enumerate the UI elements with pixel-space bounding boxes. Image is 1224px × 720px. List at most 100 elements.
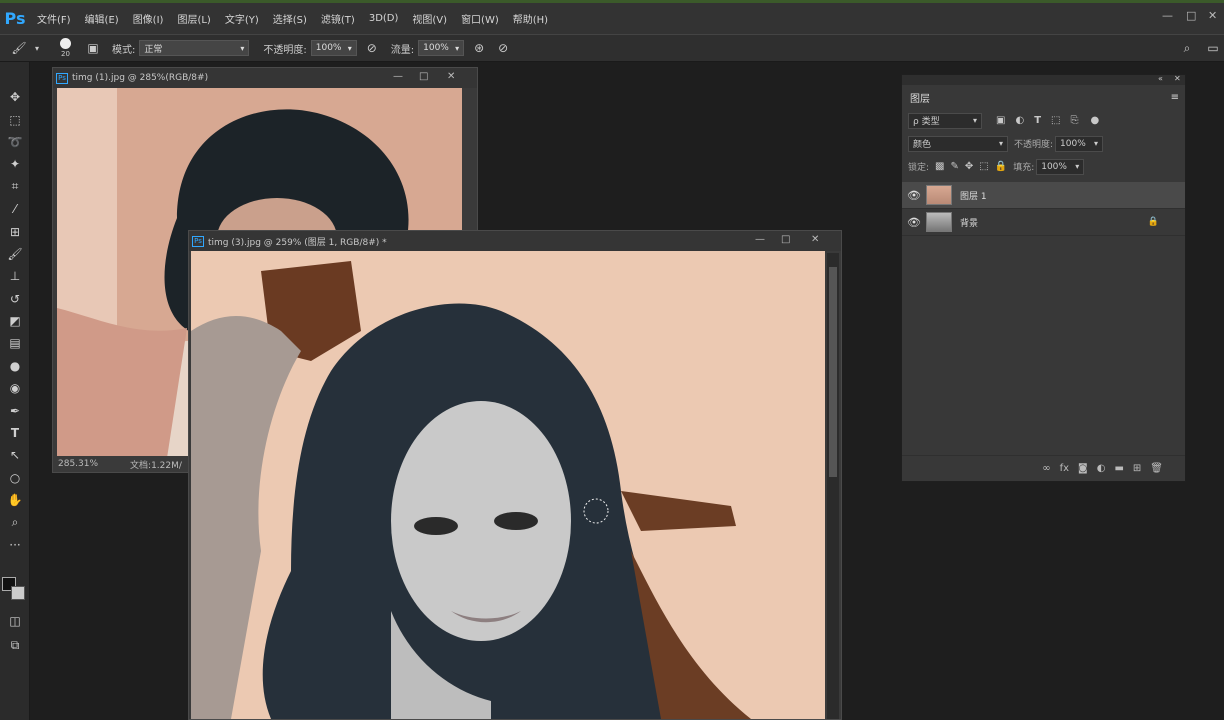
chevron-down-icon[interactable]: ▾: [28, 39, 46, 57]
brush-panel-icon[interactable]: ▣: [84, 39, 102, 57]
minimize-icon[interactable]: —: [755, 234, 765, 245]
layer-name: 背景: [960, 218, 979, 229]
mode-select[interactable]: 正常 ▾: [139, 40, 250, 56]
lock-transparent-icon[interactable]: ▩: [935, 161, 944, 172]
eraser-icon[interactable]: ◩: [0, 310, 30, 332]
adjustment-filter-icon[interactable]: ◐: [1015, 115, 1024, 126]
menu-filter[interactable]: 滤镜(T): [314, 11, 362, 26]
more-tools-icon[interactable]: ···: [0, 534, 30, 556]
smart-object-filter-icon[interactable]: ⎘: [1070, 115, 1078, 126]
search-icon[interactable]: ⌕: [1178, 39, 1196, 57]
fill-input[interactable]: 100% ▾: [1036, 158, 1085, 175]
type-tool-icon[interactable]: T: [0, 422, 30, 444]
pixel-filter-icon[interactable]: ▣: [996, 115, 1005, 126]
close-icon[interactable]: ✕: [1208, 9, 1217, 22]
crop-tool-icon[interactable]: ⌗: [0, 176, 30, 198]
lock-position-icon[interactable]: ✥: [965, 161, 973, 172]
maximize-icon[interactable]: □: [1186, 9, 1196, 22]
workspace-icon[interactable]: ▭: [1204, 39, 1222, 57]
menu-view[interactable]: 视图(V): [405, 11, 454, 26]
blur-tool-icon[interactable]: ●: [0, 355, 30, 377]
lock-pixels-icon[interactable]: ✎: [951, 161, 959, 172]
marquee-tool-icon[interactable]: ⬚: [0, 108, 30, 130]
menu-3d[interactable]: 3D(D): [362, 13, 406, 24]
history-brush-icon[interactable]: ↺: [0, 288, 30, 310]
document-window-2[interactable]: Ps timg (3).jpg @ 259% (图层 1, RGB/8#) * …: [188, 230, 842, 720]
dodge-tool-icon[interactable]: ◉: [0, 377, 30, 399]
quick-mask-icon[interactable]: ◫: [0, 610, 30, 632]
visibility-eye-icon[interactable]: 👁: [902, 216, 926, 229]
lock-artboard-icon[interactable]: ⬚: [979, 161, 988, 172]
airbrush-icon[interactable]: ⊛: [470, 39, 488, 57]
menu-layer[interactable]: 图层(L): [170, 11, 217, 26]
layers-panel: « ✕ 图层 ≡ ρ 类型 ▾ ▣ ◐ T ⬚ ⎘ ● 颜色 ▾ 不透明度: 1…: [901, 74, 1186, 482]
panel-menu-icon[interactable]: ≡: [1171, 92, 1179, 103]
eyedropper-icon[interactable]: ⁄: [0, 198, 30, 220]
blend-mode-select[interactable]: 颜色 ▾: [908, 135, 1008, 152]
move-tool-icon[interactable]: ✥: [0, 86, 30, 108]
chevron-down-icon: ▾: [1075, 162, 1080, 171]
flow-value: 100%: [423, 43, 449, 53]
minimize-icon[interactable]: —: [393, 71, 403, 82]
magic-wand-icon[interactable]: ✦: [0, 153, 30, 175]
clone-stamp-icon[interactable]: ⊥: [0, 265, 30, 287]
background-color[interactable]: [11, 586, 25, 600]
opacity-input[interactable]: 100% ▾: [310, 40, 357, 56]
layers-footer: ∞ fx ◙ ◐ ▬ ⊞ 🗑: [902, 455, 1185, 481]
link-layers-icon[interactable]: ∞: [1042, 463, 1050, 474]
collapse-icon[interactable]: «: [1158, 74, 1163, 83]
close-icon[interactable]: ✕: [811, 234, 819, 245]
lock-all-icon[interactable]: 🔒: [995, 161, 1007, 172]
lasso-tool-icon[interactable]: ➰: [0, 131, 30, 153]
menu-type[interactable]: 文字(Y): [218, 11, 266, 26]
maximize-icon[interactable]: □: [419, 71, 428, 82]
adjustment-layer-icon[interactable]: ◐: [1097, 463, 1106, 474]
hand-tool-icon[interactable]: ✋: [0, 489, 30, 511]
scrollbar-thumb[interactable]: [829, 267, 837, 477]
visibility-eye-icon[interactable]: 👁: [902, 189, 926, 202]
pressure-size-icon[interactable]: ⊘: [494, 39, 512, 57]
document-titlebar[interactable]: Ps timg (3).jpg @ 259% (图层 1, RGB/8#) *: [189, 231, 841, 251]
type-filter-icon[interactable]: T: [1034, 115, 1041, 126]
layer-filter-row: ρ 类型 ▾ ▣ ◐ T ⬚ ⎘ ●: [902, 109, 1185, 132]
filter-toggle-icon[interactable]: ●: [1090, 115, 1099, 126]
add-mask-icon[interactable]: ◙: [1078, 463, 1088, 474]
minimize-icon[interactable]: —: [1162, 9, 1173, 22]
zoom-tool-icon[interactable]: ⌕: [0, 511, 30, 533]
pen-tool-icon[interactable]: ✒: [0, 399, 30, 421]
tab-layers[interactable]: 图层 ≡: [902, 85, 1185, 109]
gradient-tool-icon[interactable]: ▤: [0, 332, 30, 354]
pressure-opacity-icon[interactable]: ⊘: [363, 39, 381, 57]
shape-filter-icon[interactable]: ⬚: [1051, 115, 1060, 126]
menu-edit[interactable]: 编辑(E): [78, 11, 126, 26]
close-icon[interactable]: ✕: [1174, 74, 1181, 83]
document-titlebar[interactable]: Ps timg (1).jpg @ 285%(RGB/8#): [53, 68, 477, 88]
filter-kind-select[interactable]: ρ 类型 ▾: [908, 112, 982, 129]
healing-brush-icon[interactable]: ⊞: [0, 220, 30, 242]
flow-input[interactable]: 100% ▾: [418, 40, 465, 56]
close-icon[interactable]: ✕: [447, 71, 455, 82]
new-group-icon[interactable]: ▬: [1114, 463, 1123, 474]
layer-row[interactable]: 👁 图层 1: [902, 182, 1185, 209]
brush-tool-icon[interactable]: 🖌: [10, 39, 28, 57]
menu-window[interactable]: 窗口(W): [454, 11, 506, 26]
menu-image[interactable]: 图像(I): [126, 11, 171, 26]
menu-help[interactable]: 帮助(H): [506, 11, 555, 26]
vertical-scrollbar[interactable]: [827, 253, 839, 719]
new-layer-icon[interactable]: ⊞: [1133, 463, 1141, 474]
menu-select[interactable]: 选择(S): [266, 11, 314, 26]
layer-row[interactable]: 👁 背景 🔒: [902, 209, 1185, 236]
menu-file[interactable]: 文件(F): [30, 11, 78, 26]
maximize-icon[interactable]: □: [781, 234, 790, 245]
path-select-icon[interactable]: ↖: [0, 444, 30, 466]
opacity-label: 不透明度:: [263, 44, 307, 56]
chevron-down-icon: ▾: [240, 43, 245, 53]
document-canvas[interactable]: [191, 251, 825, 719]
brush-tool-icon[interactable]: 🖌: [0, 243, 30, 265]
screen-mode-icon[interactable]: ⧉: [0, 634, 30, 656]
delete-layer-icon[interactable]: 🗑: [1150, 463, 1163, 474]
shape-tool-icon[interactable]: ○: [0, 467, 30, 489]
brush-preset-picker[interactable]: 20: [54, 35, 84, 61]
layer-opacity-input[interactable]: 100% ▾: [1055, 135, 1104, 152]
fx-icon[interactable]: fx: [1060, 463, 1069, 474]
